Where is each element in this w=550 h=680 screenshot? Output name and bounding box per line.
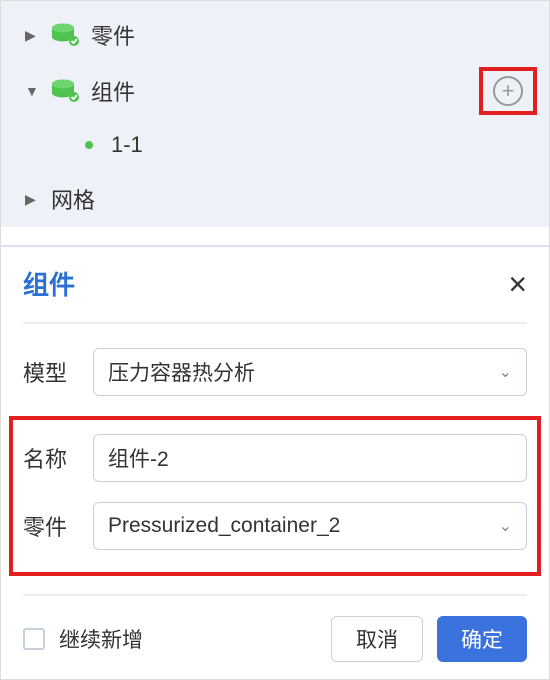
- leaf-dot-icon: [85, 141, 93, 149]
- add-button-highlight: +: [479, 67, 537, 115]
- cancel-button-label: 取消: [356, 624, 398, 654]
- caret-down-icon: ▼: [25, 83, 41, 99]
- tree-item-label: 网格: [51, 183, 95, 215]
- dialog-title: 组件: [23, 265, 75, 302]
- chevron-down-icon: ⌄: [499, 362, 512, 382]
- tree-panel: ▶ 零件 ▼ 组件 + 1-1 ▶ 网格: [1, 1, 549, 227]
- parts-select[interactable]: Pressurized_container_2 ⌄: [93, 502, 527, 550]
- form-row-model: 模型 压力容器热分析 ⌄: [23, 348, 527, 396]
- parts-select-value: Pressurized_container_2: [108, 514, 340, 538]
- add-component-button[interactable]: +: [493, 76, 523, 106]
- continue-add-label: 继续新增: [59, 624, 143, 654]
- caret-right-icon: ▶: [25, 27, 41, 44]
- panel-gap: [1, 227, 549, 245]
- name-input-wrap: [93, 434, 527, 482]
- tree-item-parts[interactable]: ▶ 零件: [1, 7, 549, 63]
- close-icon[interactable]: ×: [508, 268, 527, 300]
- tree-item-label: 组件: [91, 75, 135, 107]
- label-model: 模型: [23, 356, 93, 388]
- chevron-down-icon: ⌄: [499, 516, 512, 536]
- tree-item-label: 零件: [91, 19, 135, 51]
- caret-right-icon: ▶: [25, 191, 41, 208]
- database-icon: [51, 79, 79, 103]
- component-dialog: 组件 × 模型 压力容器热分析 ⌄ 名称 零件 Pressurized_cont…: [1, 245, 549, 676]
- tree-item-mesh[interactable]: ▶ 网格: [1, 171, 549, 227]
- plus-icon: +: [502, 78, 515, 104]
- form-highlight-box: 名称 零件 Pressurized_container_2 ⌄: [9, 416, 541, 576]
- label-parts: 零件: [23, 510, 93, 542]
- name-input[interactable]: [108, 446, 512, 470]
- database-icon: [51, 23, 79, 47]
- continue-add-checkbox[interactable]: [23, 628, 45, 650]
- confirm-button-label: 确定: [461, 624, 503, 654]
- label-name: 名称: [23, 442, 93, 474]
- model-select[interactable]: 压力容器热分析 ⌄: [93, 348, 527, 396]
- tree-item-label: 1-1: [111, 132, 143, 158]
- dialog-header: 组件 ×: [23, 265, 527, 324]
- tree-item-components[interactable]: ▼ 组件 +: [1, 63, 549, 119]
- confirm-button[interactable]: 确定: [437, 616, 527, 662]
- footer-buttons: 取消 确定: [331, 616, 527, 662]
- tree-item-component-1-1[interactable]: 1-1: [1, 119, 549, 171]
- form-row-name: 名称: [23, 434, 527, 482]
- dialog-footer: 继续新增 取消 确定: [23, 594, 527, 662]
- cancel-button[interactable]: 取消: [331, 616, 423, 662]
- model-select-value: 压力容器热分析: [108, 357, 255, 387]
- form-row-parts: 零件 Pressurized_container_2 ⌄: [23, 502, 527, 550]
